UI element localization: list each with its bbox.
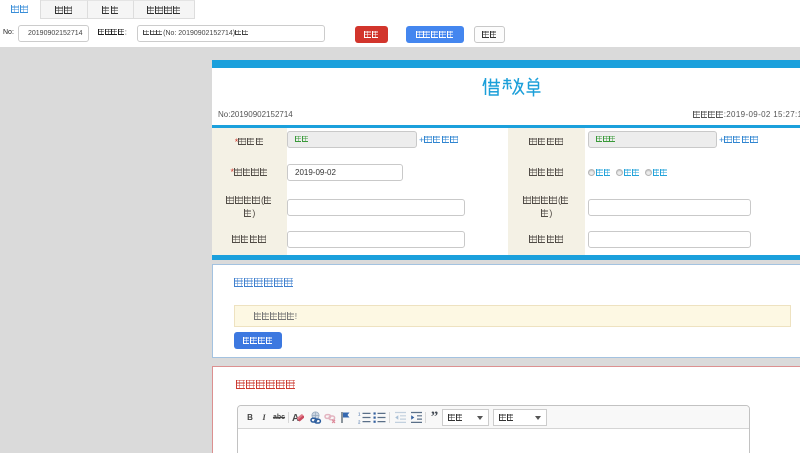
svg-text:1: 1	[358, 411, 361, 416]
svg-text:2: 2	[358, 419, 361, 424]
